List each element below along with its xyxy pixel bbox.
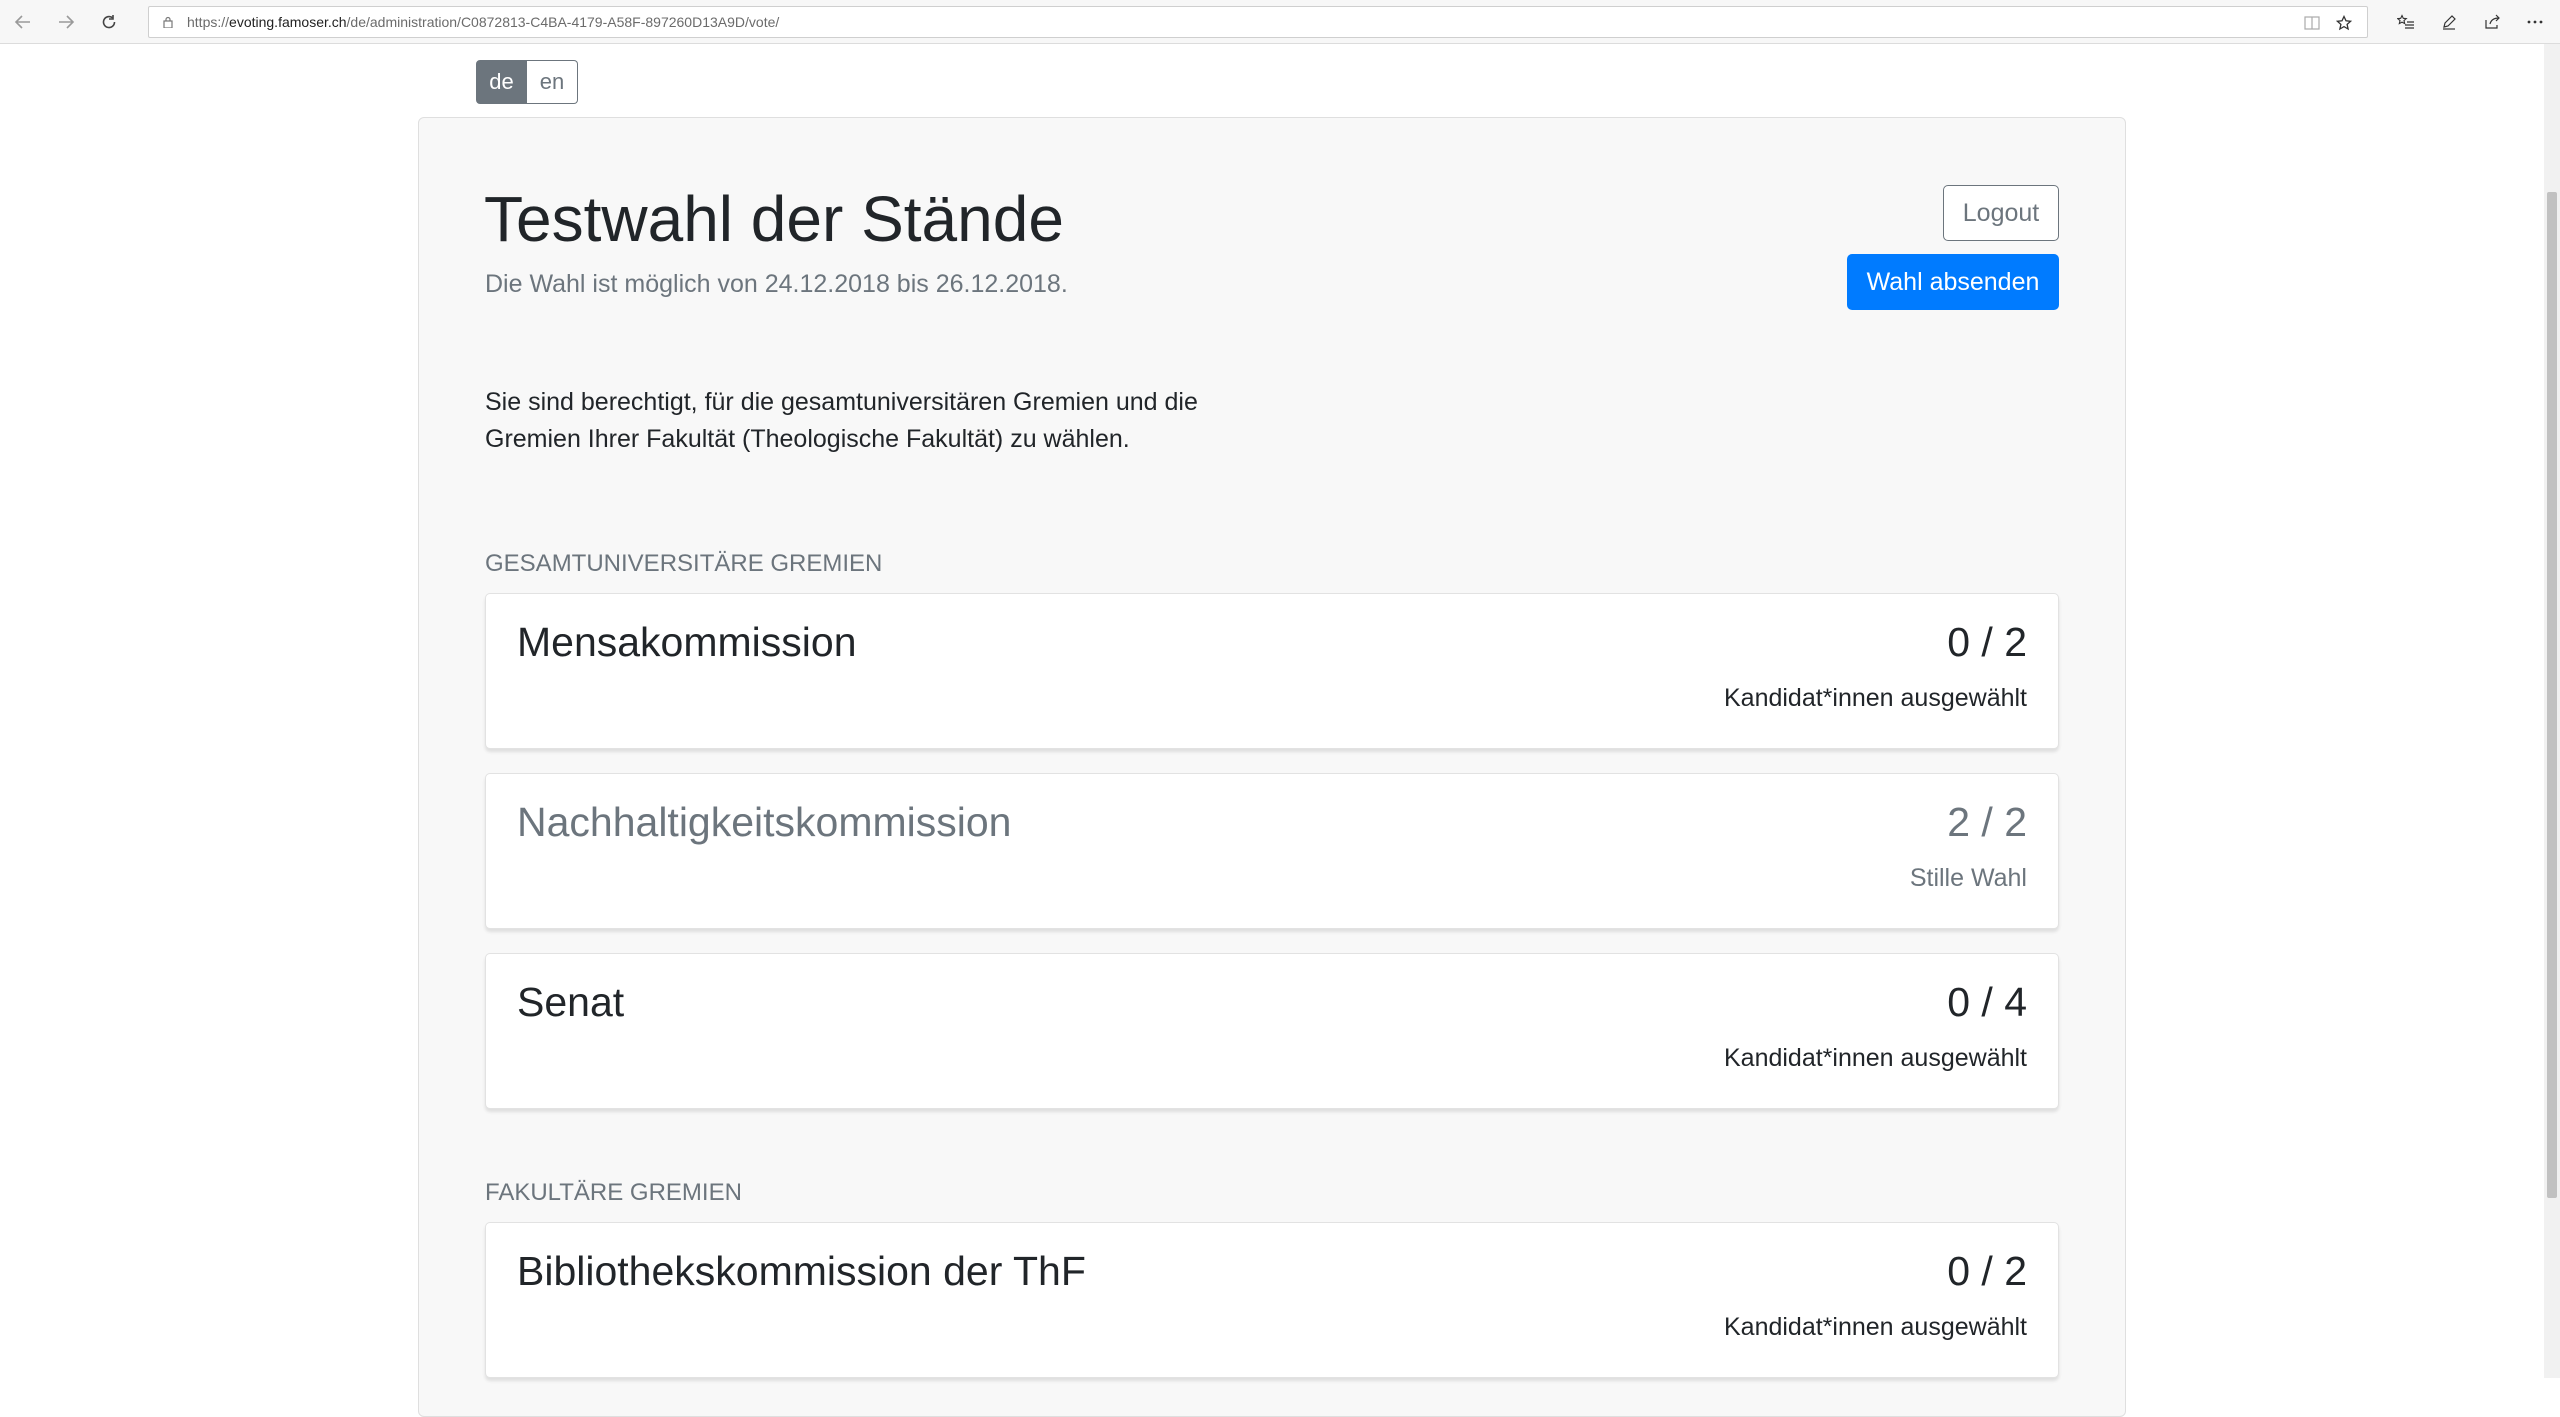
more-icon[interactable] [2521,8,2549,36]
forward-icon[interactable] [52,8,80,36]
section-heading-university: Gesamtuniversitäre Gremien [485,550,883,577]
committee-card-bibliothekskommission[interactable]: Bibliothekskommission der ThF 0 / 2 Kand… [485,1222,2059,1378]
committee-count: 0 / 4 [1947,979,2027,1025]
lock-icon [163,16,173,28]
pen-icon[interactable] [2435,8,2463,36]
committee-count: 2 / 2 [1947,799,2027,845]
url-text: https://evoting.famoser.ch/de/administra… [187,14,780,30]
committee-status: Stille Wahl [1909,864,2027,892]
page-title: Testwahl der Stände [484,183,1064,255]
submit-vote-button[interactable]: Wahl absenden [1847,254,2059,310]
share-icon[interactable] [2478,8,2506,36]
lang-en-button[interactable]: en [527,60,578,104]
back-icon[interactable] [9,8,37,36]
eligibility-text: Sie sind berechtigt, für die gesamtunive… [485,388,1198,453]
committee-status: Kandidat*innen ausgewählt [1723,1044,2027,1072]
committee-card-mensakommission[interactable]: Mensakommission 0 / 2 Kandidat*innen aus… [485,593,2059,749]
election-period: Die Wahl ist möglich von 24.12.2018 bis … [485,270,1068,298]
favorite-star-icon[interactable] [2333,12,2355,34]
committee-name: Mensakommission [517,619,857,665]
favorites-list-icon[interactable] [2392,8,2420,36]
scrollbar-thumb[interactable] [2547,192,2557,1198]
committee-status: Kandidat*innen ausgewählt [1723,684,2027,712]
section-heading-faculty: Fakultäre Gremien [485,1179,742,1206]
committee-name: Senat [517,979,625,1025]
browser-toolbar: https://evoting.famoser.ch/de/administra… [0,0,2560,44]
committee-count: 0 / 2 [1947,619,2027,665]
committee-count: 0 / 2 [1947,1248,2027,1294]
committee-card-senat[interactable]: Senat 0 / 4 Kandidat*innen ausgewählt [485,953,2059,1109]
logout-button[interactable]: Logout [1943,185,2059,241]
committee-name: Bibliothekskommission der ThF [517,1248,1086,1294]
address-bar[interactable]: https://evoting.famoser.ch/de/administra… [148,6,2368,38]
committee-status: Kandidat*innen ausgewählt [1723,1313,2027,1341]
language-switch: de en [476,60,578,104]
refresh-icon[interactable] [95,8,123,36]
committee-card-nachhaltigkeitskommission[interactable]: Nachhaltigkeitskommission 2 / 2 Stille W… [485,773,2059,929]
reading-view-icon[interactable] [2301,12,2323,34]
lang-de-button[interactable]: de [476,60,527,104]
committee-name: Nachhaltigkeitskommission [517,799,1012,845]
